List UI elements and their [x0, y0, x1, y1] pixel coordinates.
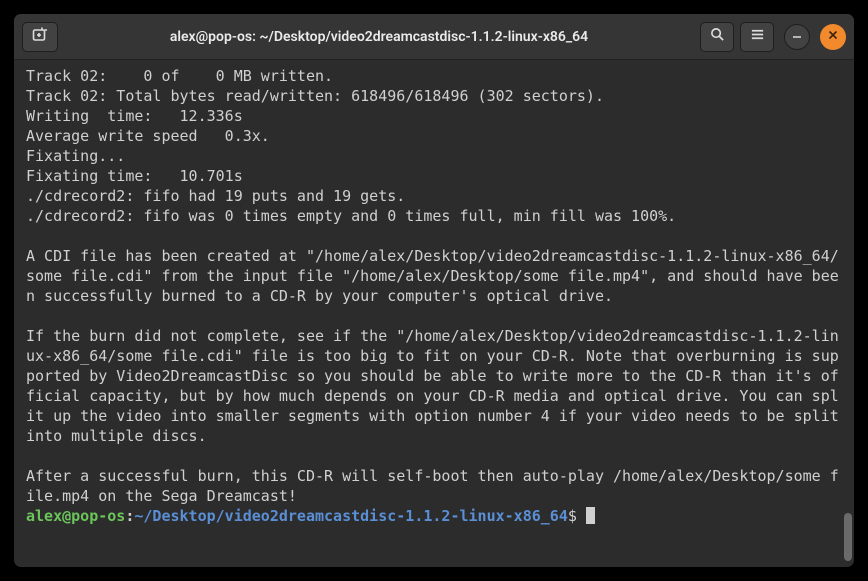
- prompt-path: ~/Desktop/video2dreamcastdisc-1.1.2-linu…: [134, 507, 567, 525]
- output-line: Writing time: 12.336s: [26, 107, 243, 125]
- search-button[interactable]: [700, 22, 734, 52]
- window-title: alex@pop-os: ~/Desktop/video2dreamcastdi…: [58, 29, 700, 45]
- output-line: ./cdrecord2: fifo had 19 puts and 19 get…: [26, 187, 405, 205]
- output-line: Track 02: 0 of 0 MB written.: [26, 67, 333, 85]
- new-tab-button[interactable]: [22, 22, 58, 52]
- minimize-icon: [792, 29, 802, 44]
- output-line: Track 02: Total bytes read/written: 6184…: [26, 87, 604, 105]
- output-line: Fixating...: [26, 147, 125, 165]
- terminal-body[interactable]: Track 02: 0 of 0 MB written. Track 02: T…: [14, 60, 854, 567]
- titlebar: alex@pop-os: ~/Desktop/video2dreamcastdi…: [14, 14, 854, 60]
- scrollbar-thumb[interactable]: [844, 513, 852, 561]
- cursor: [586, 507, 595, 524]
- output-line: Fixating time: 10.701s: [26, 167, 243, 185]
- output-line: ./cdrecord2: fifo was 0 times empty and …: [26, 207, 676, 225]
- close-button[interactable]: [820, 24, 846, 50]
- new-tab-icon: [32, 27, 48, 47]
- minimize-button[interactable]: [784, 24, 810, 50]
- output-line: A CDI file has been created at "/home/al…: [26, 247, 839, 305]
- prompt-dollar: $: [568, 507, 577, 525]
- window-right-controls: [700, 22, 846, 52]
- output-line: If the burn did not complete, see if the…: [26, 327, 848, 445]
- prompt-user: alex@pop-os: [26, 507, 125, 525]
- search-icon: [710, 27, 725, 46]
- hamburger-icon: [750, 27, 765, 46]
- menu-button[interactable]: [740, 22, 774, 52]
- close-icon: [828, 29, 838, 44]
- output-line: Average write speed 0.3x.: [26, 127, 270, 145]
- output-line: After a successful burn, this CD-R will …: [26, 467, 839, 505]
- terminal-window: alex@pop-os: ~/Desktop/video2dreamcastdi…: [14, 14, 854, 567]
